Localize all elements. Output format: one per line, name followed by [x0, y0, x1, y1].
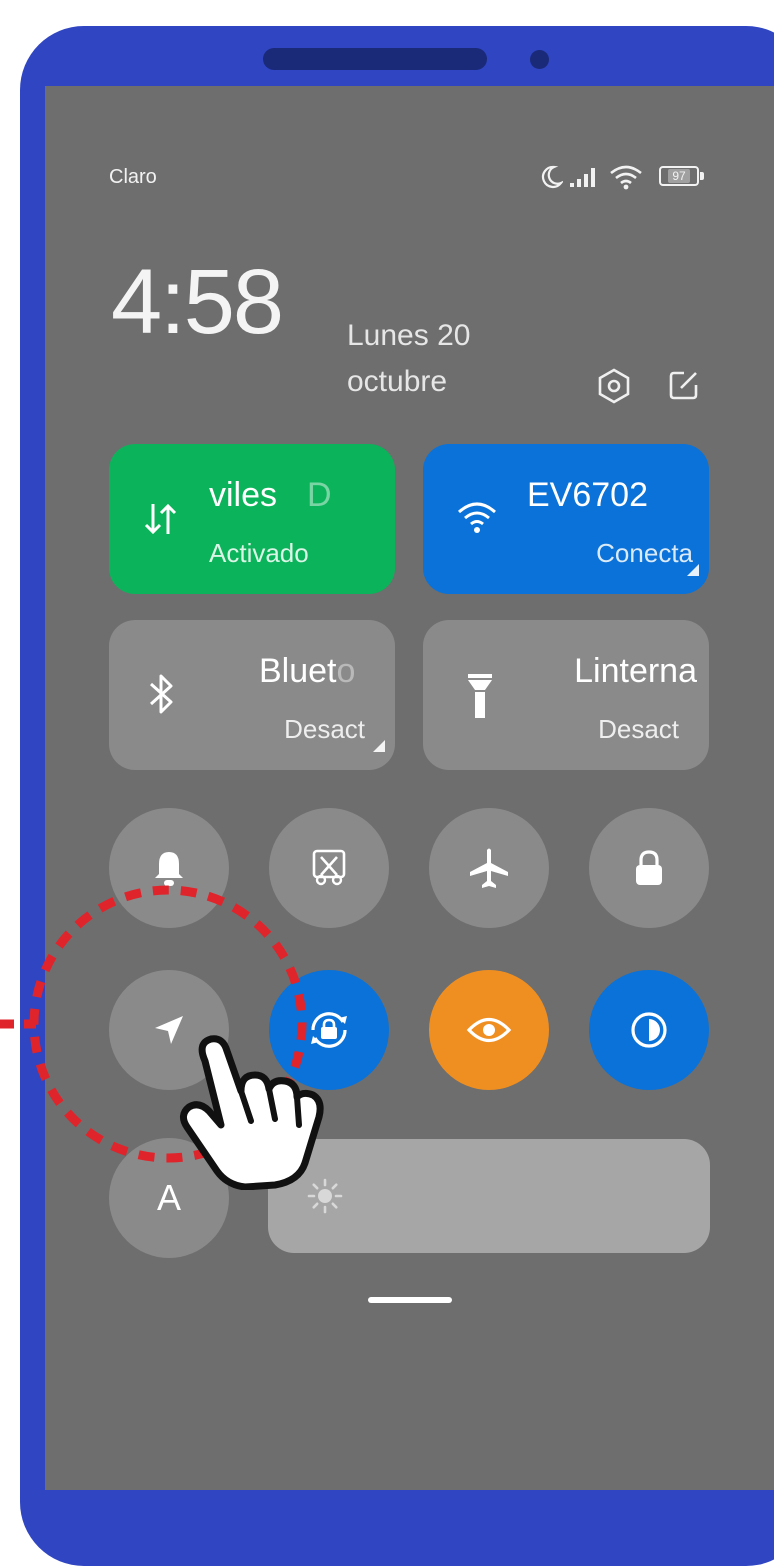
phone-speaker [263, 48, 487, 70]
dark-mode-toggle[interactable] [589, 970, 709, 1090]
battery-icon: 97 [659, 166, 699, 186]
clock-time: 4:58 [111, 251, 284, 353]
flashlight-title: Linterna [574, 652, 697, 690]
reading-mode-icon [466, 1017, 512, 1043]
control-center-screen: Claro 97 4:58 Lunes 20 octubre viles D A… [45, 86, 774, 1490]
battery-level: 97 [668, 169, 690, 183]
signal-icon [570, 168, 595, 187]
wifi-expand-corner[interactable] [687, 564, 699, 576]
date-month: octubre [347, 365, 448, 398]
edit-icon[interactable] [667, 368, 701, 402]
lock-screen-toggle[interactable] [589, 808, 709, 928]
flashlight-icon [468, 674, 492, 718]
lock-icon [636, 850, 662, 885]
wifi-icon [458, 502, 496, 533]
bluetooth-title: Blueto [259, 652, 356, 690]
mobile-data-status: Activado [209, 538, 309, 568]
mobile-data-tile[interactable]: viles D Activado [109, 444, 395, 594]
moon-icon [541, 165, 563, 188]
status-icons: 97 [539, 162, 715, 192]
hand-pointer-icon [180, 1035, 324, 1190]
wifi-network-name: EV6702 [527, 476, 648, 514]
settings-icon[interactable] [597, 368, 631, 404]
battery-tip [700, 172, 704, 180]
bluetooth-status: Desact [284, 714, 365, 744]
airplane-icon [470, 848, 508, 888]
wifi-icon [610, 165, 642, 190]
flashlight-status: Desact [598, 714, 679, 744]
mobile-data-title: viles D [209, 476, 332, 514]
home-indicator[interactable] [368, 1297, 452, 1303]
dark-mode-icon [631, 1012, 667, 1048]
flashlight-tile[interactable]: Linterna Desact [423, 620, 709, 770]
bluetooth-expand-corner[interactable] [373, 740, 385, 752]
bluetooth-icon [149, 674, 173, 714]
carrier-name: Claro [109, 166, 157, 188]
wifi-tile[interactable]: EV6702 Conecta [423, 444, 709, 594]
date-day: Lunes 20 [347, 319, 471, 352]
airplane-toggle[interactable] [429, 808, 549, 928]
reading-mode-toggle[interactable] [429, 970, 549, 1090]
phone-camera [530, 50, 549, 69]
data-arrows-icon [144, 503, 177, 535]
wifi-status: Conecta [596, 538, 693, 568]
bluetooth-tile[interactable]: Blueto Desact [109, 620, 395, 770]
